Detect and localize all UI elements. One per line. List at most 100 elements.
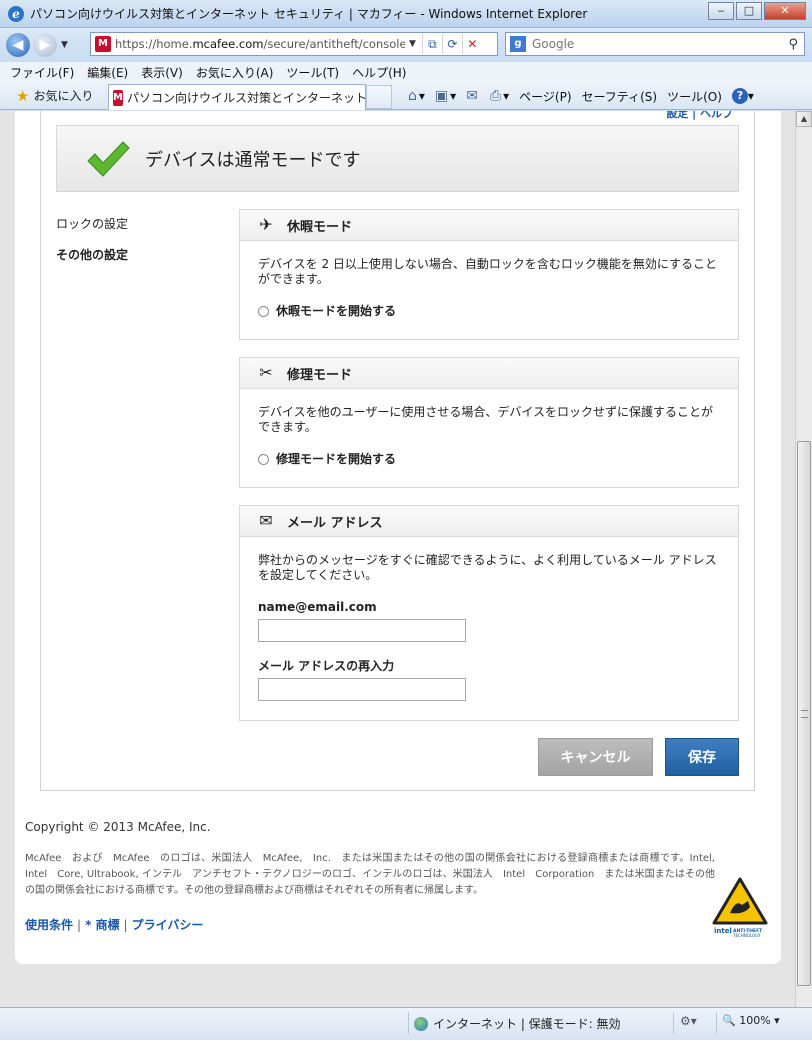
protected-mode-icon[interactable]: ⚙▾ — [680, 1014, 697, 1028]
help-icon: ? — [731, 88, 748, 104]
close-window-button[interactable]: ✕ — [764, 2, 806, 20]
address-row: ◀ ▶ ▼ M https://home.mcafee.com/secure/a… — [0, 28, 812, 62]
email-field[interactable] — [258, 619, 466, 642]
print-button[interactable]: ⎙ ▾ — [490, 88, 509, 104]
copyright: Copyright © 2013 McAfee, Inc. — [25, 820, 211, 834]
vacation-start-option[interactable]: 休暇モードを開始する — [258, 304, 720, 319]
email-confirm-label: メール アドレスの再入力 — [258, 659, 395, 673]
repair-description: デバイスを他のユーザーに使用させる場合、デバイスをロックせずに保護することができ… — [258, 405, 714, 434]
address-dropdown-icon[interactable]: ▼ — [409, 39, 416, 49]
vacation-title: 休暇モード — [287, 219, 353, 235]
status-banner: デバイスは通常モードです — [56, 125, 739, 192]
window-title: パソコン向けウイルス対策とインターネット セキュリティ | マカフィー - Wi… — [30, 7, 588, 21]
home-icon: ⌂ — [408, 88, 417, 104]
status-bar: インターネット | 保護モード: 無効 ⚙▾ 🔍 100% ▾ — [0, 1007, 812, 1040]
favorites-button[interactable]: ★ お気に入り — [16, 87, 93, 105]
new-tab-button[interactable] — [366, 85, 392, 109]
search-box[interactable]: g Google ⚲ — [505, 32, 805, 56]
security-zone[interactable]: インターネット | 保護モード: 無効 — [414, 1015, 621, 1032]
tools-icon: ✂ — [259, 363, 273, 382]
mcafee-site-icon: M — [95, 36, 111, 52]
printer-icon: ⎙ — [489, 88, 502, 104]
search-input[interactable]: Google — [532, 37, 574, 51]
email-card-header: ✉ メール アドレス — [240, 506, 738, 537]
back-button[interactable]: ◀ — [6, 33, 30, 57]
menu-help[interactable]: ヘルプ(H) — [352, 64, 406, 81]
command-bar: ⌂ ▾ ▣ ▾ ✉ ⎙ ▾ ページ(P) セーフティ(S) ツール(O) ? ▾ — [408, 82, 764, 110]
menu-file[interactable]: ファイル(F) — [10, 64, 74, 81]
vacation-description: デバイスを 2 日以上使用しない場合、自動ロックを含むロック機能を無効にすること… — [258, 257, 718, 286]
window-controls: ‒ □ ✕ — [706, 2, 806, 20]
search-icon[interactable]: ⚲ — [788, 37, 798, 52]
status-text: デバイスは通常モードです — [145, 149, 361, 171]
svg-text:intel: intel — [714, 927, 732, 935]
airplane-icon: ✈ — [259, 215, 273, 234]
save-button[interactable]: 保存 — [665, 738, 739, 776]
email-description: 弊社からのメッセージをすぐに確認できるように、よく利用しているメール アドレスを… — [258, 553, 717, 582]
repair-radio[interactable] — [258, 454, 269, 465]
browser-viewport: 設定 | ヘルプ デバイスは通常モードです ロックの設定 その他の設定 ✈ 休暇… — [0, 111, 812, 1007]
google-search-provider-icon[interactable]: g — [510, 36, 526, 52]
menu-bar: ファイル(F) 編集(E) 表示(V) お気に入り(A) ツール(T) ヘルプ(… — [0, 62, 812, 82]
vacation-mode-card: ✈ 休暇モード デバイスを 2 日以上使用しない場合、自動ロックを含むロック機能… — [239, 209, 739, 340]
vacation-radio[interactable] — [258, 306, 269, 317]
envelope-icon: ✉ — [259, 511, 273, 530]
history-dropdown-icon[interactable]: ▼ — [61, 40, 68, 50]
home-button[interactable]: ⌂ ▾ — [408, 88, 425, 104]
ie-logo-icon: e — [8, 5, 24, 22]
menu-view[interactable]: 表示(V) — [141, 64, 183, 81]
email-card: ✉ メール アドレス 弊社からのメッセージをすぐに確認できるように、よく利用して… — [239, 505, 739, 721]
rss-icon: ▣ — [434, 88, 449, 104]
vacation-option-label[interactable]: 休暇モードを開始する — [276, 304, 396, 319]
checkmark-icon — [87, 140, 130, 177]
svg-text:TECHNOLOGY: TECHNOLOGY — [732, 933, 761, 938]
legal-notice: McAfee および McAfee のロゴは、米国法人 McAfee, Inc.… — [25, 853, 715, 896]
maximize-button[interactable]: □ — [736, 2, 762, 20]
stop-icon[interactable]: ✕ — [461, 34, 482, 54]
email-confirm-field[interactable] — [258, 678, 466, 701]
tools-menu[interactable]: ツール(O) — [667, 88, 722, 105]
repair-title: 修理モード — [287, 367, 353, 383]
page-menu[interactable]: ページ(P) — [519, 88, 571, 105]
email-field-label: name@email.com — [258, 600, 377, 614]
read-mail-button[interactable]: ✉ — [466, 88, 480, 104]
footer: Copyright © 2013 McAfee, Inc. McAfee および… — [25, 820, 715, 933]
help-button[interactable]: ? ▾ — [731, 88, 754, 104]
intel-anti-theft-badge: intel ANTI-THEFT TECHNOLOGY — [712, 877, 768, 938]
menu-tools[interactable]: ツール(T) — [286, 64, 339, 81]
repair-option-label[interactable]: 修理モードを開始する — [276, 452, 396, 467]
menu-edit[interactable]: 編集(E) — [87, 64, 128, 81]
privacy-link[interactable]: プライバシー — [132, 918, 204, 932]
feeds-button[interactable]: ▣ ▾ — [435, 88, 456, 104]
footer-links: 使用条件 | * 商標 | プライバシー — [25, 918, 204, 932]
page-body: 設定 | ヘルプ デバイスは通常モードです ロックの設定 その他の設定 ✈ 休暇… — [15, 111, 781, 964]
address-bar[interactable]: M https://home.mcafee.com/secure/antithe… — [90, 32, 498, 56]
menu-favorites[interactable]: お気に入り(A) — [196, 64, 274, 81]
scroll-up-arrow[interactable]: ▲ — [796, 111, 812, 127]
safety-menu[interactable]: セーフティ(S) — [582, 88, 658, 105]
repair-mode-card: ✂ 修理モード デバイスを他のユーザーに使用させる場合、デバイスをロックせずに保… — [239, 357, 739, 488]
minimize-button[interactable]: ‒ — [708, 2, 734, 20]
browser-tab[interactable]: M パソコン向けウイルス対策とインターネット セキュ... — [108, 84, 366, 110]
star-icon: ★ — [16, 86, 30, 105]
terms-link[interactable]: 使用条件 — [25, 918, 73, 932]
refresh-icon[interactable]: ⟳ — [441, 34, 462, 54]
favorites-bar: ★ お気に入り M パソコン向けウイルス対策とインターネット セキュ... ⌂▾… — [0, 82, 812, 110]
forward-button[interactable]: ▶ — [33, 33, 57, 57]
mcafee-tab-icon: M — [113, 89, 123, 106]
nav-lock-settings[interactable]: ロックの設定 — [56, 215, 226, 232]
vertical-scrollbar[interactable]: ▲ — [795, 111, 812, 1007]
scroll-thumb[interactable] — [797, 441, 811, 986]
trademark-link[interactable]: * 商標 — [85, 918, 119, 932]
mail-icon: ✉ — [466, 88, 478, 104]
cancel-button[interactable]: キャンセル — [538, 738, 653, 776]
zoom-level: 100% — [739, 1014, 771, 1027]
nav-other-settings[interactable]: その他の設定 — [56, 246, 226, 263]
globe-icon — [414, 1016, 428, 1031]
repair-start-option[interactable]: 修理モードを開始する — [258, 452, 720, 467]
zoom-control[interactable]: 🔍 100% ▾ — [722, 1014, 780, 1027]
favorites-label: お気に入り — [33, 89, 94, 103]
compatibility-view-icon[interactable]: ⧉ — [421, 34, 442, 54]
url-text[interactable]: https://home.mcafee.com/secure/antitheft… — [115, 37, 405, 51]
vacation-card-header: ✈ 休暇モード — [240, 210, 738, 241]
